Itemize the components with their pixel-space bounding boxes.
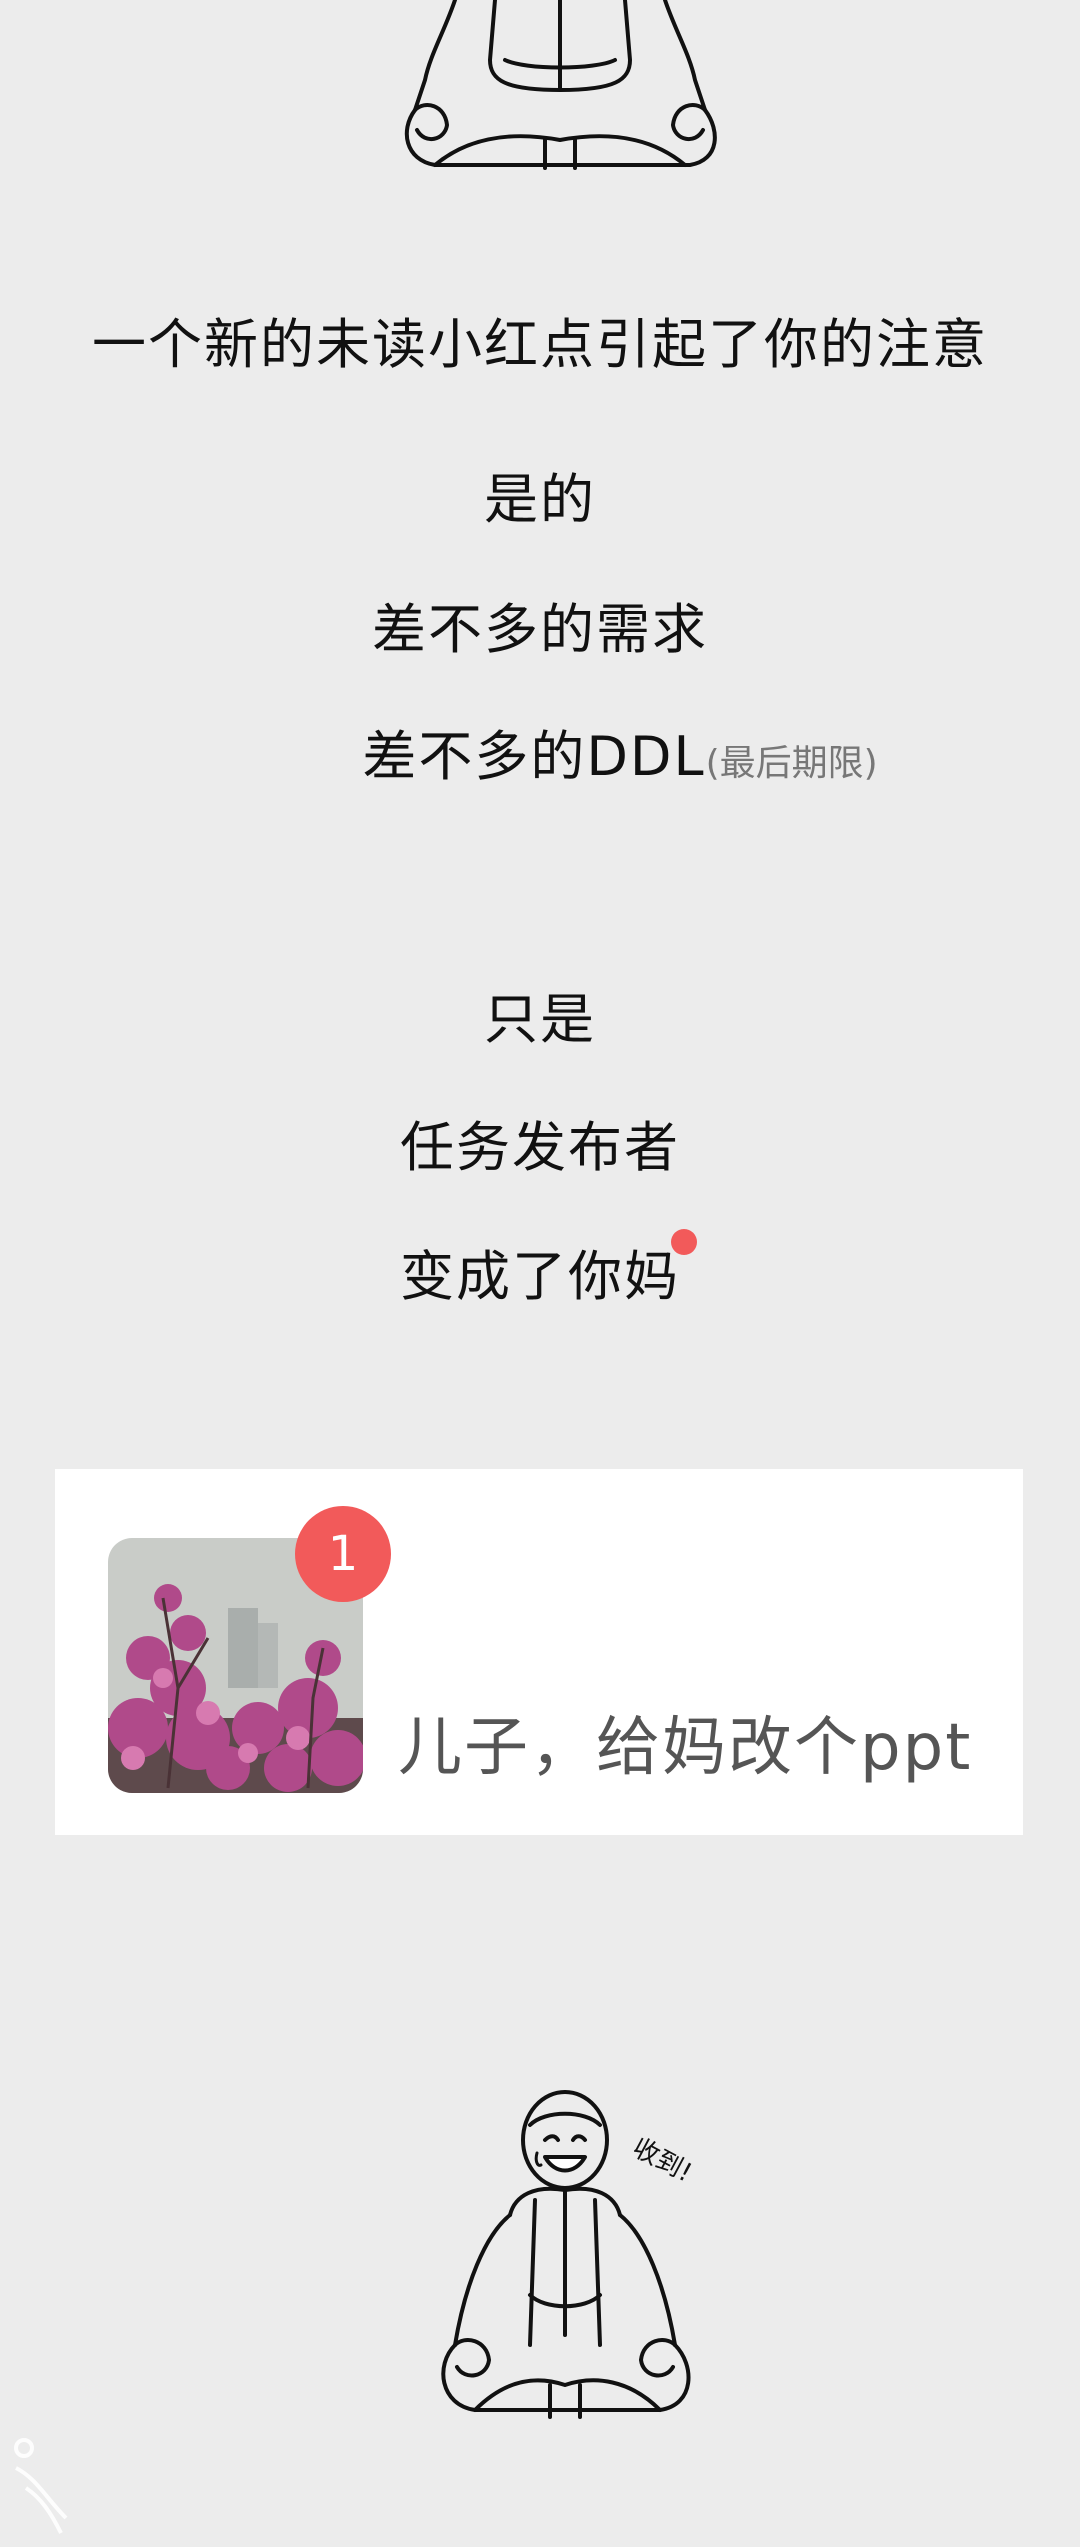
watermark-logo-icon — [14, 2438, 68, 2534]
unread-count-badge: 1 — [295, 1506, 391, 1602]
unread-red-dot — [671, 1229, 697, 1255]
meditating-figure-top-illustration — [404, 0, 717, 170]
story-line-1: 一个新的未读小红点引起了你的注意 — [92, 313, 988, 376]
notification-card[interactable]: 1 儿子，给妈改个ppt — [55, 1469, 1023, 1835]
story-line-4-aside: (最后期限) — [705, 743, 878, 784]
story-line-3: 差不多的需求 — [372, 598, 708, 661]
story-line-4: 差不多的DDL(最后期限) — [80, 712, 1080, 791]
story-line-2: 是的 — [484, 468, 596, 531]
story-line-5: 只是 — [484, 988, 596, 1051]
message-preview: 儿子，给妈改个ppt — [398, 1711, 973, 1785]
story-line-4-main: 差不多的DDL — [362, 725, 706, 788]
story-line-7: 变成了你妈 — [400, 1245, 680, 1308]
story-line-6: 任务发布者 — [400, 1116, 680, 1179]
meditating-figure-bottom-illustration — [441, 2090, 691, 2419]
